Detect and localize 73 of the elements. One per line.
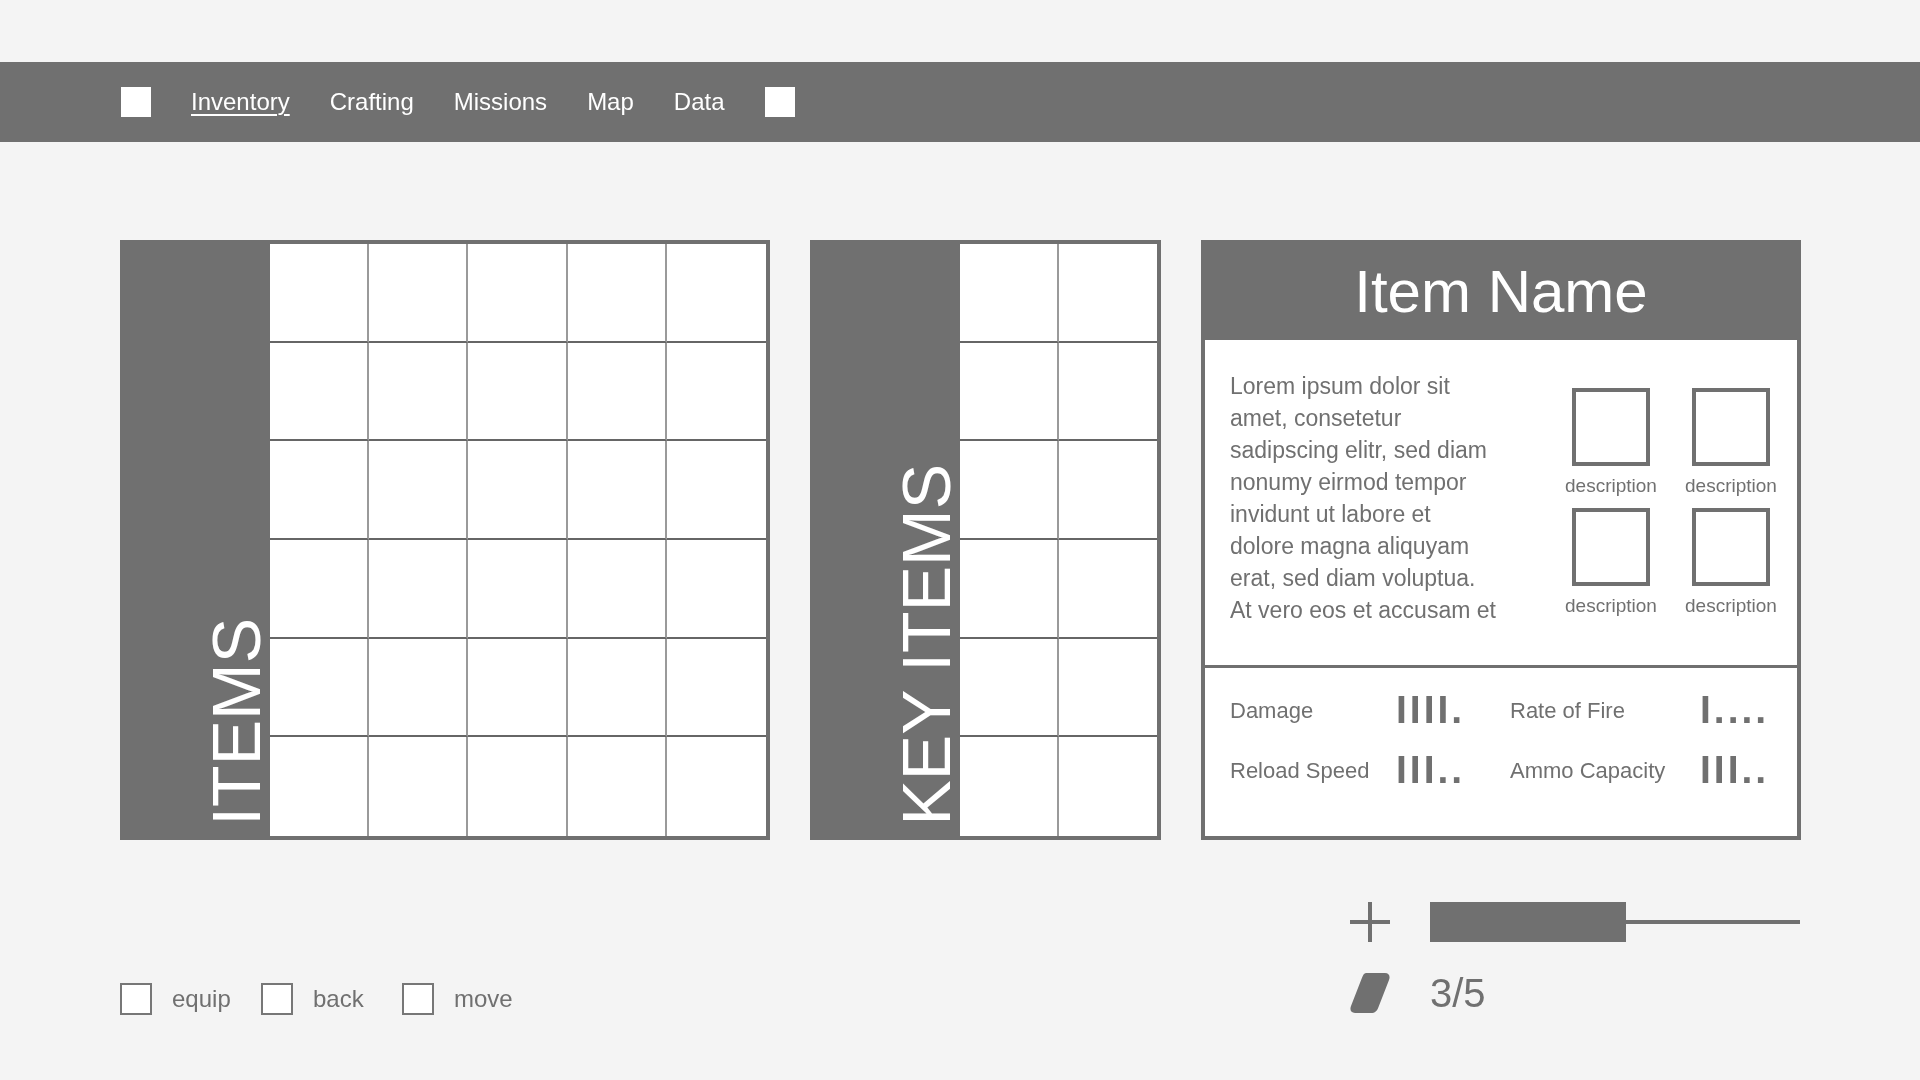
attribute-label: description: [1685, 595, 1777, 617]
nav-tab[interactable]: Crafting: [329, 87, 414, 117]
inventory-slot[interactable]: [960, 244, 1059, 343]
inventory-slot[interactable]: [960, 737, 1059, 836]
inventory-slot[interactable]: [369, 638, 469, 738]
inventory-slot[interactable]: [666, 540, 766, 639]
inventory-slot[interactable]: [960, 342, 1059, 442]
inventory-slot[interactable]: [270, 441, 370, 540]
hint-label: back: [313, 984, 364, 1014]
stat-rating: III..: [1396, 755, 1466, 785]
nav-tab[interactable]: Data: [673, 87, 725, 117]
inventory-slot[interactable]: [567, 638, 667, 738]
parallelogram-icon: [1350, 973, 1390, 1014]
attribute-label: description: [1685, 475, 1777, 497]
inventory-slot[interactable]: [960, 540, 1059, 639]
hint-label: equip: [172, 984, 231, 1014]
square-icon: [261, 983, 293, 1015]
square-icon: [121, 87, 151, 117]
attribute-label: description: [1565, 475, 1657, 497]
inventory-slot[interactable]: [468, 342, 568, 442]
plus-icon[interactable]: [1350, 901, 1390, 942]
inventory-slot[interactable]: [270, 244, 370, 343]
inventory-slot[interactable]: [369, 244, 469, 343]
panel-title: KEY ITEMS: [892, 464, 960, 826]
stat-rating: III..: [1700, 755, 1770, 785]
nav-tab[interactable]: Inventory: [191, 87, 290, 117]
empty-square-icon: [1692, 388, 1770, 466]
inventory-slot[interactable]: [1058, 342, 1157, 442]
attribute-label: description: [1565, 595, 1657, 617]
inventory-slot[interactable]: [468, 244, 568, 343]
inventory-slot[interactable]: [468, 540, 568, 639]
stat-label: Ammo Capacity: [1510, 757, 1666, 785]
inventory-slot[interactable]: [270, 540, 370, 639]
square-icon: [120, 983, 152, 1015]
inventory-slot[interactable]: [270, 342, 370, 442]
inventory-slot[interactable]: [1058, 638, 1157, 738]
inventory-slot[interactable]: [369, 540, 469, 639]
stat-label: Rate of Fire: [1510, 697, 1625, 725]
hint-label: move: [454, 984, 513, 1014]
inventory-slot[interactable]: [468, 638, 568, 738]
inventory-slot[interactable]: [960, 441, 1059, 540]
inventory-slot[interactable]: [567, 737, 667, 836]
inventory-slot[interactable]: [567, 244, 667, 343]
inventory-slot[interactable]: [369, 342, 469, 442]
empty-square-icon: [1692, 508, 1770, 586]
nav-tab[interactable]: Missions: [453, 87, 548, 117]
square-icon: [402, 983, 434, 1015]
stat-rating: I....: [1700, 695, 1770, 725]
stat-label: Damage: [1230, 697, 1314, 725]
square-icon: [764, 87, 795, 117]
inventory-slot[interactable]: [666, 244, 766, 343]
empty-square-icon: [1572, 388, 1650, 466]
inventory-slot[interactable]: [666, 638, 766, 738]
panel-title: ITEMS: [202, 618, 270, 826]
inventory-slot[interactable]: [1058, 540, 1157, 639]
inventory-slot[interactable]: [270, 638, 370, 738]
count-label: 3/5: [1430, 973, 1486, 1014]
inventory-slot[interactable]: [666, 342, 766, 442]
empty-square-icon: [1572, 508, 1650, 586]
inventory-slot[interactable]: [960, 638, 1059, 738]
inventory-slot[interactable]: [1058, 441, 1157, 540]
stat-rating: IIII.: [1396, 695, 1466, 725]
inventory-slot[interactable]: [666, 441, 766, 540]
stat-label: Reload Speed: [1230, 757, 1370, 785]
item-title: Item Name: [1354, 262, 1648, 322]
inventory-slot[interactable]: [1058, 244, 1157, 343]
inventory-slot[interactable]: [369, 441, 469, 540]
inventory-slot[interactable]: [567, 540, 667, 639]
nav-tab[interactable]: Map: [587, 87, 634, 117]
inventory-slot[interactable]: [468, 441, 568, 540]
inventory-slot[interactable]: [567, 441, 667, 540]
inventory-slot[interactable]: [567, 342, 667, 442]
item-description: Lorem ipsum dolor sit amet, consetetur sadipscing elitr, sed diam nonumy eirmod tempor invidunt ut labore et dolore magna aliquyam erat, sed diam voluptua. At vero eos et accusam et: [1230, 372, 1497, 625]
